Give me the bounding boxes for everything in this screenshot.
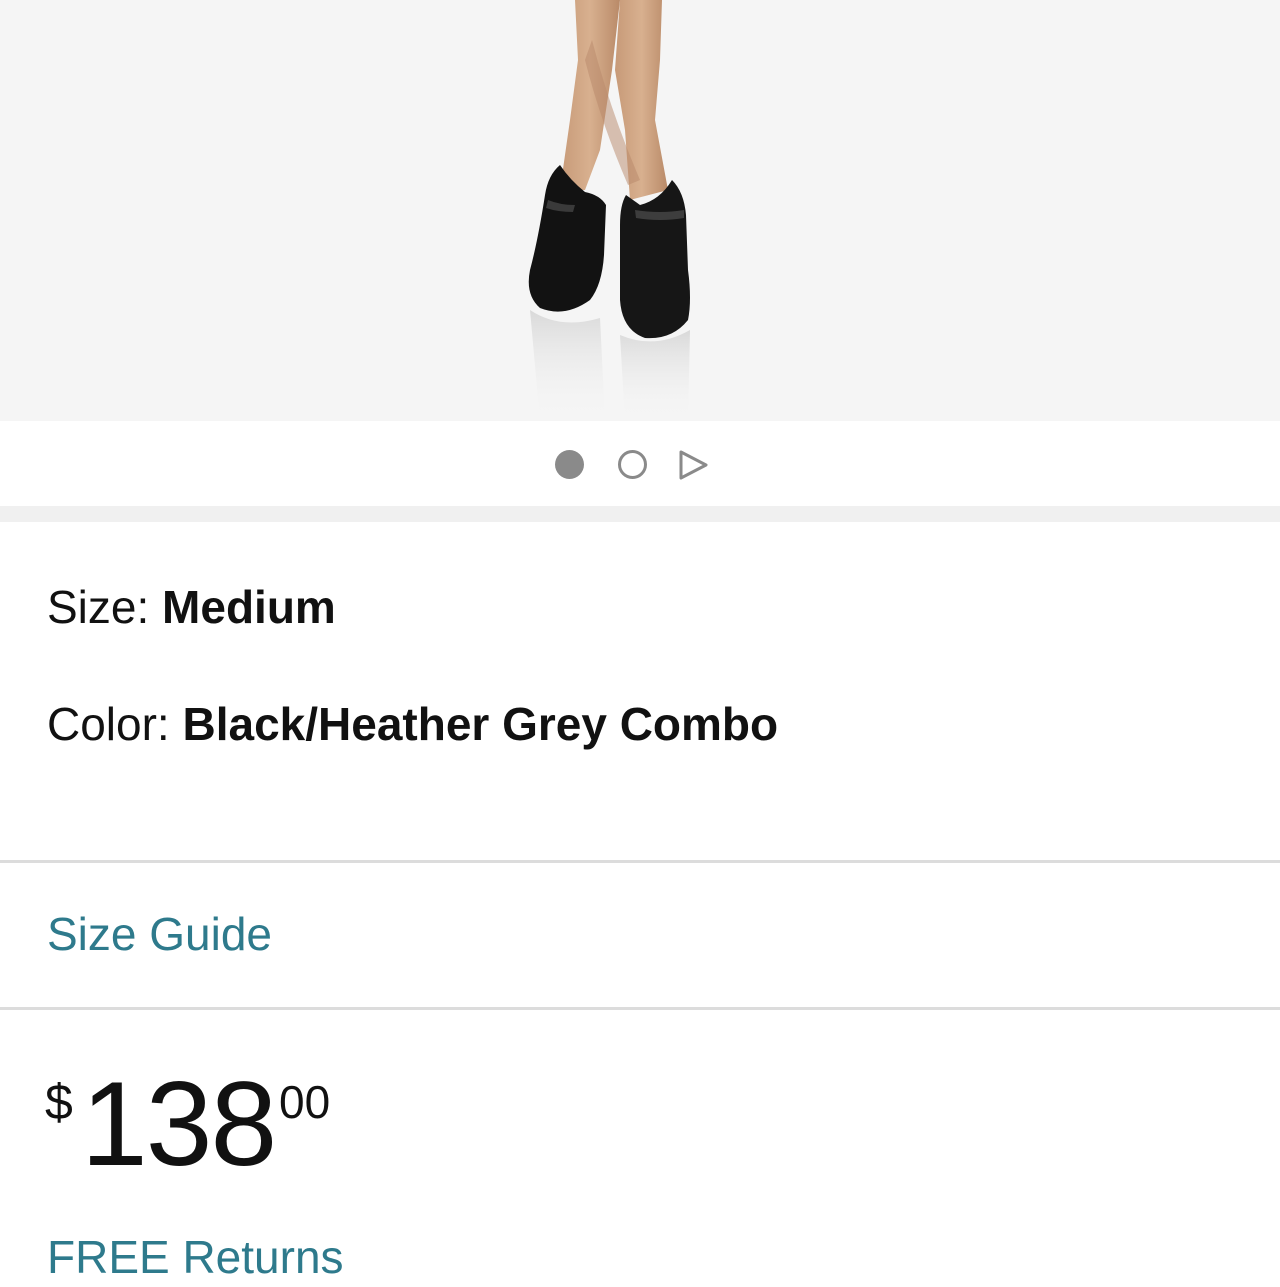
price-whole: 138 <box>81 1057 277 1191</box>
play-video-icon[interactable] <box>676 448 710 482</box>
color-selection[interactable]: Color: Black/Heather Grey Combo <box>47 696 778 752</box>
divider <box>0 860 1280 863</box>
price-fraction: 00 <box>279 1076 331 1128</box>
color-label: Color: <box>47 698 183 750</box>
product-image[interactable] <box>0 0 1280 421</box>
product-photo <box>528 0 690 421</box>
color-value: Black/Heather Grey Combo <box>182 698 779 750</box>
carousel-dot-1-active[interactable] <box>555 450 584 479</box>
size-selection[interactable]: Size: Medium <box>47 579 336 635</box>
free-returns-link[interactable]: FREE Returns <box>47 1227 344 1287</box>
price-currency: $ <box>45 1074 73 1130</box>
size-guide-link[interactable]: Size Guide <box>47 906 272 962</box>
size-label: Size: <box>47 581 163 633</box>
carousel-indicator <box>0 421 1280 506</box>
size-value: Medium <box>162 581 336 633</box>
divider <box>0 1007 1280 1010</box>
section-separator <box>0 506 1280 522</box>
carousel-dot-2[interactable] <box>618 450 647 479</box>
